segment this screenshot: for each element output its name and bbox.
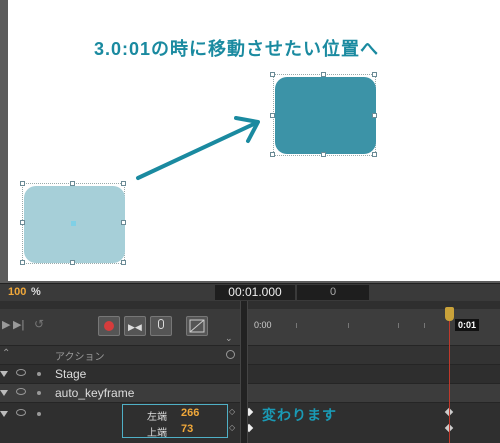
- undo-icon[interactable]: ↺: [34, 317, 44, 331]
- ruler-tick: [398, 323, 399, 328]
- keyframe-nav-icon[interactable]: ◇: [229, 407, 235, 416]
- timeline-header-row: ⌃ アクション: [0, 345, 240, 364]
- playhead-handle[interactable]: [445, 307, 454, 321]
- change-note: 変わります: [262, 407, 337, 423]
- element-row[interactable]: auto_keyframe: [0, 383, 240, 402]
- zoom-level[interactable]: 100: [8, 286, 26, 298]
- stage-canvas[interactable]: 3.0:01の時に移動させたい位置へ: [8, 0, 500, 281]
- ruler-start-label: 0:00: [254, 320, 272, 330]
- stage-row-label: Stage: [55, 367, 87, 381]
- stage-area: 3.0:01の時に移動させたい位置へ: [0, 0, 500, 283]
- record-icon: [104, 321, 114, 331]
- pin-button[interactable]: [150, 316, 172, 336]
- move-arrow-icon: [136, 116, 260, 180]
- transition-icon: ▶◀: [128, 322, 142, 332]
- element-row-label: auto_keyframe: [55, 386, 135, 400]
- visibility-eye-icon[interactable]: [16, 409, 26, 416]
- visibility-eye-icon[interactable]: [16, 388, 26, 395]
- easing-button[interactable]: [186, 316, 208, 336]
- lock-dot-icon[interactable]: [37, 372, 41, 376]
- lock-dot-icon[interactable]: [37, 391, 41, 395]
- chevron-down-icon[interactable]: ⌄: [225, 333, 233, 344]
- timeline-controls: ▶ ▶| ↺ ▶◀ ⌄: [0, 309, 240, 345]
- stage-status-bar: 100 % 00:01.000 0: [0, 283, 500, 302]
- pin-icon: [158, 319, 164, 329]
- expand-all-icon[interactable]: ⌃: [2, 348, 10, 359]
- auto-keyframe-button[interactable]: [98, 316, 120, 336]
- left-property-label: 左端: [147, 412, 167, 423]
- top-property-label: 上端: [147, 428, 167, 439]
- lock-dot-icon[interactable]: [37, 412, 41, 416]
- stage-row[interactable]: Stage: [0, 364, 240, 383]
- panel-splitter[interactable]: [240, 301, 248, 443]
- element-track[interactable]: [248, 383, 500, 402]
- add-action-icon[interactable]: [226, 350, 235, 359]
- ruler-tick: [348, 323, 349, 328]
- timeline-header-track: [248, 345, 500, 364]
- frame-display[interactable]: 0: [297, 285, 369, 300]
- easing-icon: [189, 319, 205, 333]
- ruler-tick: [296, 323, 297, 328]
- ruler-tick: [424, 323, 425, 328]
- keyframe-nav-icon[interactable]: ◇: [229, 423, 235, 432]
- current-time-display[interactable]: 00:01.000: [215, 285, 295, 300]
- playhead-line: [449, 313, 450, 443]
- stage-track[interactable]: [248, 364, 500, 383]
- zoom-unit: %: [31, 286, 41, 298]
- playhead-time-label: 0:01: [455, 319, 480, 331]
- property-highlight-box: 左端 266 上端 73: [122, 404, 228, 439]
- auto-transition-button[interactable]: ▶◀: [124, 316, 146, 336]
- expand-arrow-icon[interactable]: [0, 390, 8, 396]
- expand-arrow-icon[interactable]: [0, 411, 8, 417]
- timeline-panel: ▶ ▶| ↺ ▶◀ ⌄ 0:00 ⌃ アクション Stage auto_keyf…: [0, 301, 500, 443]
- skip-end-icon[interactable]: ▶|: [13, 318, 24, 331]
- visibility-eye-icon[interactable]: [16, 369, 26, 376]
- expand-arrow-icon[interactable]: [0, 371, 8, 377]
- actions-header: アクション: [55, 352, 105, 363]
- top-property-value[interactable]: 73: [181, 423, 193, 435]
- left-property-value[interactable]: 266: [181, 407, 199, 419]
- play-icon[interactable]: ▶: [2, 318, 10, 331]
